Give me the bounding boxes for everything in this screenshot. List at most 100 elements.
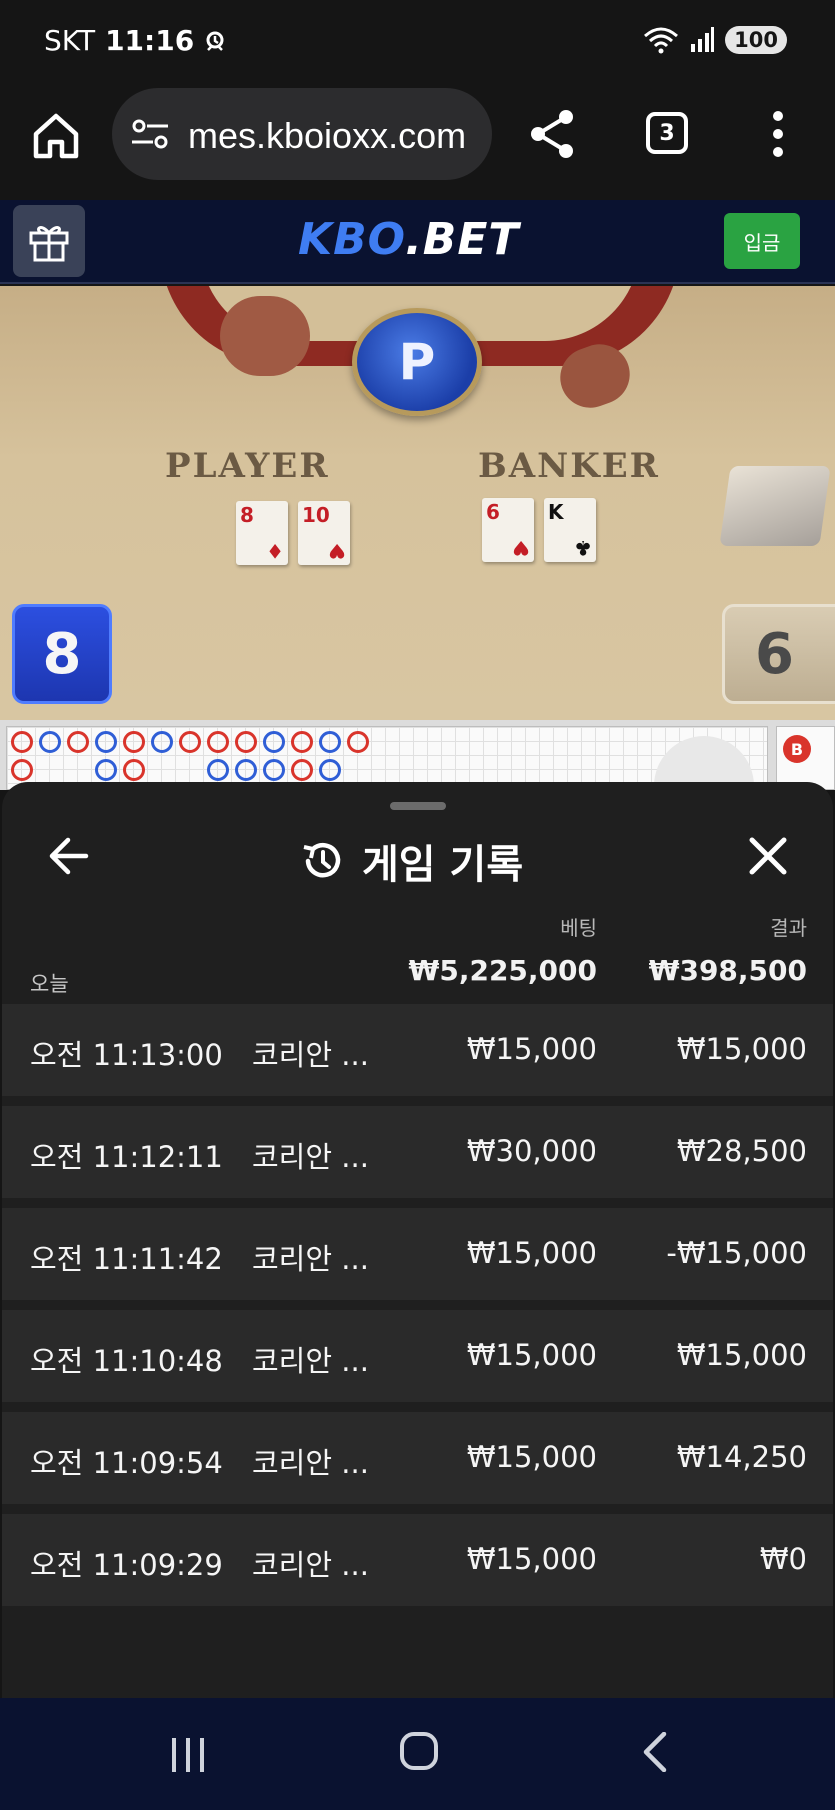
road-bead-player	[263, 759, 285, 781]
more-vert-icon[interactable]	[768, 110, 788, 158]
wifi-icon	[644, 27, 679, 54]
system-nav-bar	[0, 1698, 835, 1810]
history-row[interactable]: 오전 11:11:42 코리안 ... ₩15,000 -₩15,000	[2, 1208, 833, 1300]
road-bead-player	[95, 759, 117, 781]
gift-icon	[29, 226, 69, 262]
road-bead-player	[319, 759, 341, 781]
row-game: 코리안 ...	[252, 1038, 369, 1072]
road-bead-banker	[291, 759, 313, 781]
battery-level: 100	[725, 26, 787, 54]
row-time: 오전 11:10:48	[30, 1344, 223, 1378]
status-bar: SKT 11:16 100	[0, 0, 835, 86]
tune-icon[interactable]	[130, 118, 170, 150]
column-header-result: 결과	[770, 916, 807, 940]
share-icon[interactable]	[528, 108, 576, 160]
home-icon[interactable]	[30, 110, 82, 162]
nav-back-icon[interactable]	[640, 1732, 670, 1772]
row-time: 오전 11:09:54	[30, 1446, 223, 1480]
row-result: ₩15,000	[676, 1032, 807, 1066]
row-result: ₩15,000	[676, 1338, 807, 1372]
address-bar[interactable]: mes.kboioxx.com	[112, 88, 492, 180]
player-score: 8	[12, 604, 112, 704]
row-result: -₩15,000	[666, 1236, 807, 1270]
player-card: 10 ♥	[298, 501, 350, 565]
history-row[interactable]: 오전 11:09:29 코리안 ... ₩15,000 ₩0	[2, 1514, 833, 1606]
card-rank: K	[548, 500, 564, 524]
road-bead-banker	[347, 731, 369, 753]
logo-kbo: KBO	[298, 214, 406, 265]
alarm-icon	[206, 31, 224, 51]
road-bead-banker	[207, 731, 229, 753]
card-suit: ♥	[328, 539, 346, 563]
row-time: 오전 11:12:11	[30, 1140, 223, 1174]
status-time: 11:16	[105, 24, 195, 57]
row-bet: ₩15,000	[466, 1236, 597, 1270]
road-bead-banker	[123, 759, 145, 781]
column-header-bet: 베팅	[560, 916, 597, 940]
sheet-drag-handle[interactable]	[390, 802, 446, 810]
road-bead-banker	[291, 731, 313, 753]
close-icon[interactable]	[746, 834, 790, 878]
card-suit: ♥	[512, 536, 530, 560]
road-bead-banker	[11, 731, 33, 753]
history-icon	[303, 843, 341, 878]
row-result: ₩0	[759, 1542, 807, 1576]
road-bead-player	[235, 759, 257, 781]
site-logo[interactable]: KBO.BET	[298, 214, 519, 265]
road-bead-player	[95, 731, 117, 753]
browser-toolbar: mes.kboioxx.com 3	[0, 86, 835, 200]
signal-icon	[691, 27, 715, 52]
road-side-panel: B	[776, 726, 835, 790]
road-bead-player	[319, 731, 341, 753]
banker-ask-road[interactable]: B	[783, 735, 811, 763]
nav-home-icon[interactable]	[400, 1732, 438, 1770]
row-game: 코리안 ...	[252, 1344, 369, 1378]
row-game: 코리안 ...	[252, 1140, 369, 1174]
deposit-button[interactable]: 입금	[724, 213, 800, 269]
row-time: 오전 11:11:42	[30, 1242, 223, 1276]
tab-switcher-button[interactable]: 3	[646, 112, 688, 154]
banker-score: 6	[722, 604, 835, 704]
row-time: 오전 11:13:00	[30, 1038, 223, 1072]
road-bead-banker	[235, 731, 257, 753]
row-time: 오전 11:09:29	[30, 1548, 223, 1582]
sheet-title: 게임 기록	[300, 832, 523, 890]
history-list: 오전 11:13:00 코리안 ... ₩15,000 ₩15,000 오전 1…	[2, 1004, 833, 1616]
road-bead-player	[207, 759, 229, 781]
history-row[interactable]: 오전 11:13:00 코리안 ... ₩15,000 ₩15,000	[2, 1004, 833, 1096]
row-result: ₩14,250	[676, 1440, 807, 1474]
row-bet: ₩15,000	[466, 1032, 597, 1066]
history-row[interactable]: 오전 11:09:54 코리안 ... ₩15,000 ₩14,250	[2, 1412, 833, 1504]
day-label: 오늘	[30, 972, 69, 996]
player-card: 8 ♦	[236, 501, 288, 565]
banker-card: 6 ♥	[482, 498, 534, 562]
history-row[interactable]: 오전 11:10:48 코리안 ... ₩15,000 ₩15,000	[2, 1310, 833, 1402]
road-bead-banker	[123, 731, 145, 753]
card-shoe	[719, 466, 831, 546]
url-text: mes.kboioxx.com	[188, 115, 467, 156]
game-history-sheet: 게임 기록 베팅 결과 오늘 ₩5,225,000 ₩398,500 오전 11…	[2, 782, 833, 1698]
total-result: ₩398,500	[648, 954, 807, 987]
card-rank: 6	[486, 500, 500, 524]
row-bet: ₩30,000	[466, 1134, 597, 1168]
row-game: 코리안 ...	[252, 1446, 369, 1480]
road-bead-player	[263, 731, 285, 753]
sheet-title-text: 게임 기록	[362, 842, 524, 888]
status-left: SKT 11:16	[44, 24, 226, 57]
road-bead-banker	[11, 759, 33, 781]
history-row[interactable]: 오전 11:12:11 코리안 ... ₩30,000 ₩28,500	[2, 1106, 833, 1198]
card-suit: ♣	[574, 536, 592, 560]
gift-button[interactable]	[13, 205, 85, 277]
dealer-hand-left	[220, 296, 310, 376]
road-bead-player	[39, 731, 61, 753]
road-bead-player	[151, 731, 173, 753]
back-arrow-icon[interactable]	[46, 834, 90, 878]
recent-apps-icon[interactable]	[168, 1736, 208, 1774]
card-rank: 10	[302, 503, 330, 527]
winner-badge: P	[352, 308, 482, 416]
logo-bet: .BET	[405, 214, 520, 265]
row-bet: ₩15,000	[466, 1542, 597, 1576]
total-bet: ₩5,225,000	[408, 954, 597, 987]
row-game: 코리안 ...	[252, 1548, 369, 1582]
live-game-video: P PLAYER BANKER 8 ♦ 10 ♥ 6 ♥ K ♣ 8 6	[0, 286, 835, 720]
